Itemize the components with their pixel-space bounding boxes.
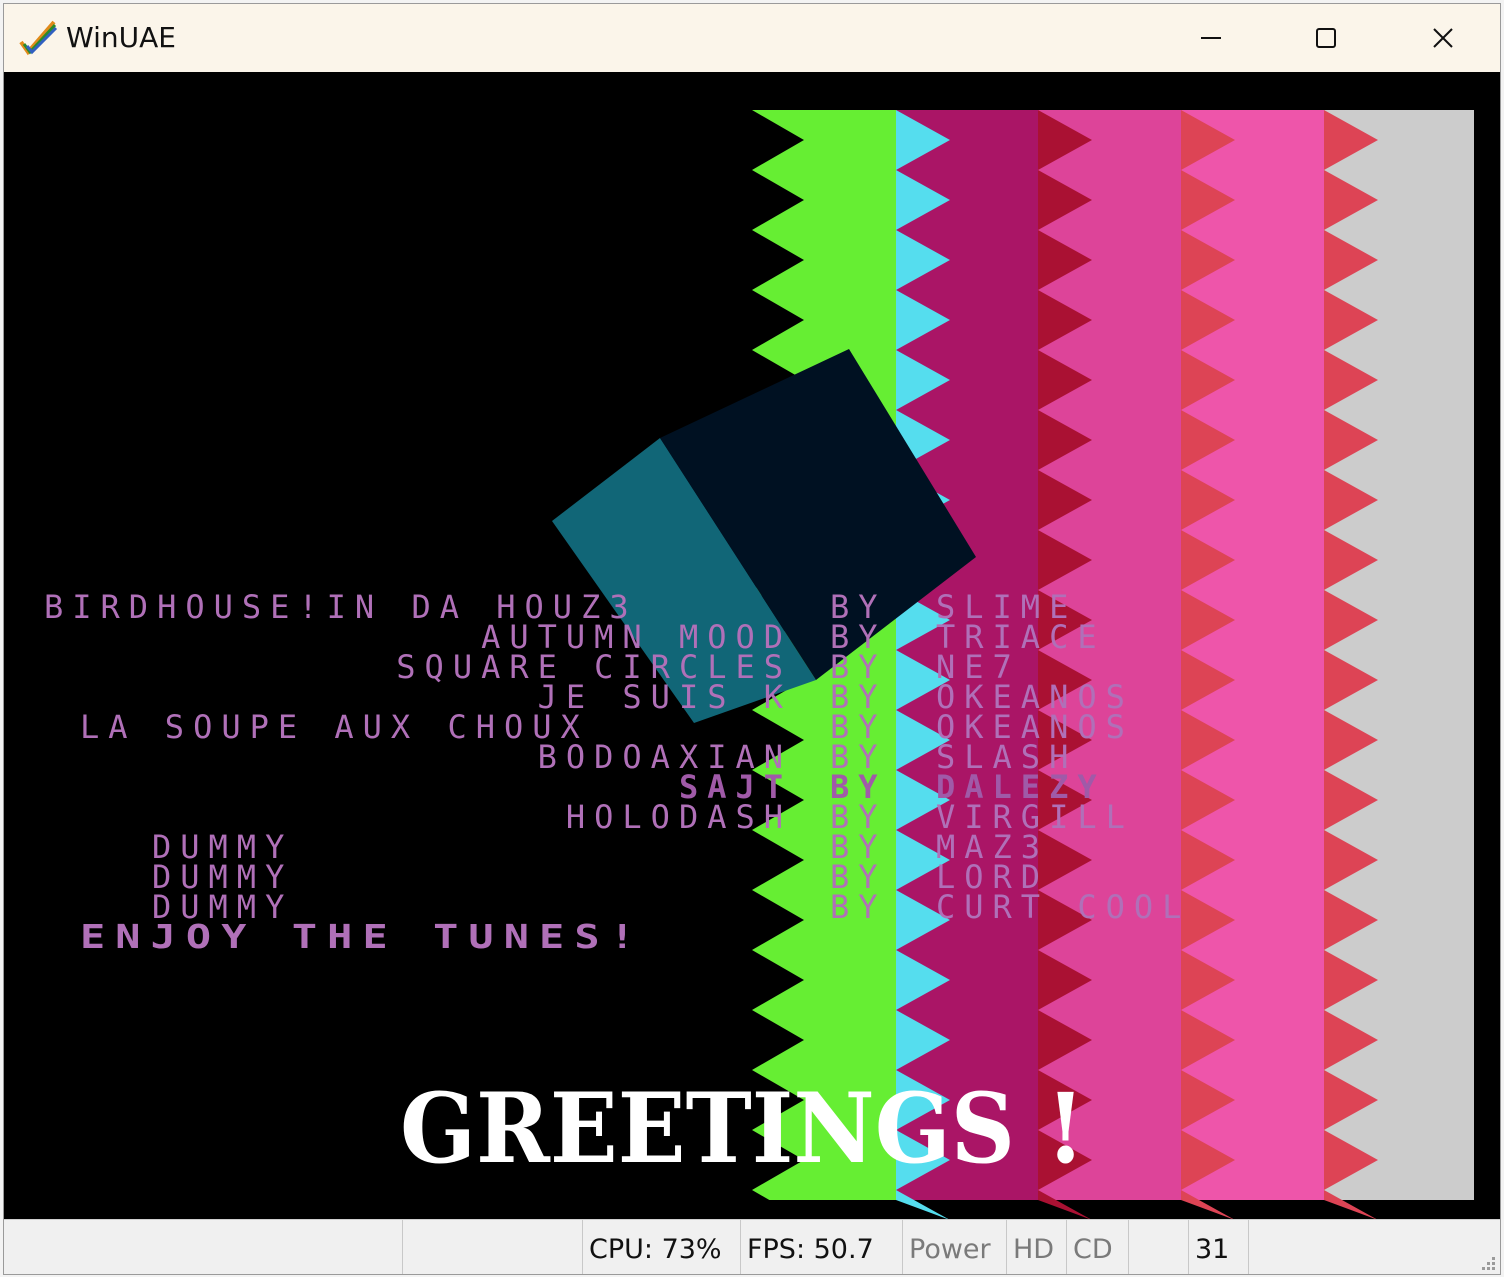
- power-led[interactable]: Power: [902, 1220, 1006, 1274]
- window-title: WinUAE: [66, 21, 176, 54]
- resize-grip-icon[interactable]: [1474, 1251, 1496, 1273]
- title-bar[interactable]: WinUAE: [4, 4, 1500, 72]
- winuae-window: WinUAE BIRDHOUSE!IN DA HOUZ3 BY SLIME AUTUM…: [3, 3, 1501, 1275]
- drive-counter: 31: [1188, 1220, 1248, 1274]
- close-icon: [1433, 28, 1453, 48]
- credit-by: BY: [830, 888, 887, 926]
- greetings-banner: GREETINGS !: [400, 1072, 1085, 1185]
- cpu-status: CPU: 73%: [582, 1220, 740, 1274]
- demo-scene: BIRDHOUSE!IN DA HOUZ3 BY SLIMEAUTUMN MOOD B…: [44, 110, 1474, 1219]
- hd-led[interactable]: HD: [1006, 1220, 1066, 1274]
- credit-title: LA SOUPE AUX CHOUX: [80, 708, 589, 746]
- credit-author: CURT COOL: [936, 888, 1190, 926]
- status-empty-cell: [402, 1220, 582, 1274]
- fps-status: FPS: 50.7: [740, 1220, 902, 1274]
- close-button[interactable]: [1385, 4, 1500, 72]
- emulator-display[interactable]: BIRDHOUSE!IN DA HOUZ3 BY SLIME AUTUMN MOOD B…: [4, 72, 1500, 1219]
- minimize-icon: [1201, 37, 1221, 39]
- winuae-checkmark-icon: [19, 20, 58, 56]
- maximize-icon: [1316, 28, 1336, 48]
- status-bar: CPU: 73% FPS: 50.7 Power HD CD 31: [4, 1219, 1500, 1274]
- cd-led[interactable]: CD: [1066, 1220, 1128, 1274]
- credits-list: BIRDHOUSE!IN DA HOUZ3 BY SLIMEAUTUMN MOOD B…: [44, 588, 1190, 926]
- footer-line: ENJOY THE TUNES!: [80, 917, 645, 956]
- maximize-button[interactable]: [1268, 4, 1384, 72]
- status-empty-cell-2: [1128, 1220, 1188, 1274]
- minimize-button[interactable]: [1153, 4, 1269, 72]
- status-empty-cell-3: [1248, 1220, 1308, 1274]
- credit-title: HOLODASH: [566, 798, 792, 836]
